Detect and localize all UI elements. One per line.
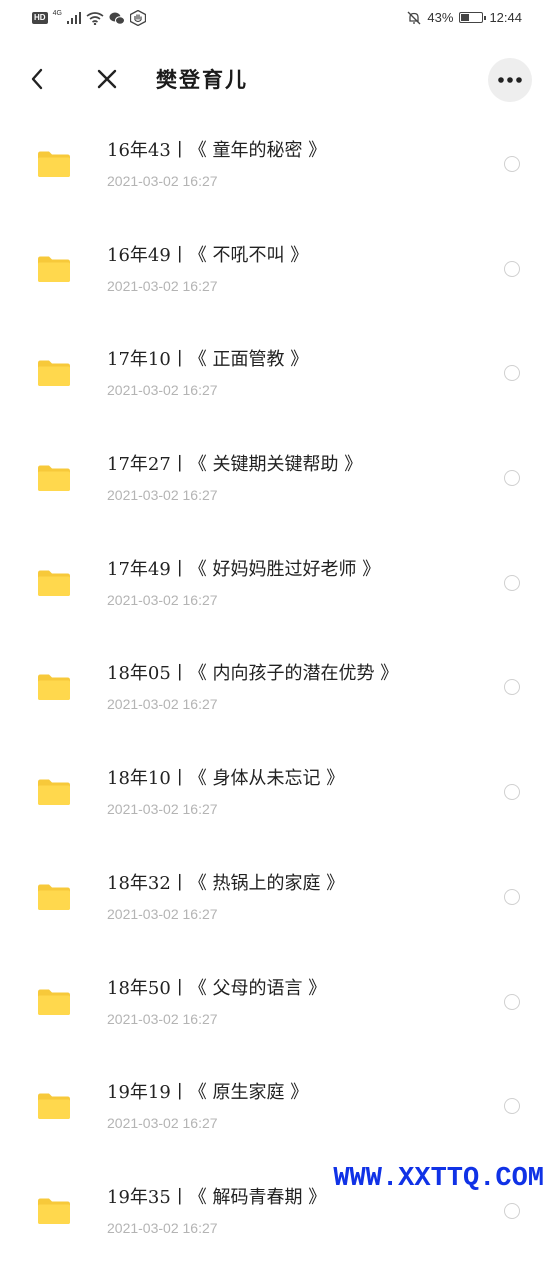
folder-icon [38, 779, 70, 806]
folder-date: 2021-03-02 16:27 [107, 801, 218, 818]
network-type: 4G [52, 9, 62, 17]
battery-icon [459, 12, 487, 23]
folder-name: 19年35丨《 解码青春期 》 [107, 1186, 327, 1208]
folder-date: 2021-03-02 16:27 [107, 1010, 218, 1027]
folder-date: 2021-03-02 16:27 [107, 591, 218, 608]
select-radio[interactable] [504, 260, 520, 277]
more-horizontal-icon [498, 77, 522, 83]
watermark: WWW.XXTTQ.COM [329, 1164, 548, 1194]
folder-icon [38, 884, 70, 910]
clock: 12:44 [489, 10, 522, 25]
folder-icon [38, 151, 70, 177]
folder-name: 17年10丨《 正面管教 》 [107, 349, 309, 371]
select-radio[interactable] [504, 574, 520, 591]
select-radio[interactable] [504, 1098, 520, 1115]
folder-name: 18年50丨《 父母的语言 》 [107, 977, 327, 999]
back-button[interactable] [20, 62, 54, 96]
list-item[interactable]: 17年49丨《 好妈妈胜过好老师 》 2021-03-02 16:27 [0, 531, 554, 636]
select-radio[interactable] [504, 784, 520, 801]
folder-icon [38, 989, 70, 1015]
select-radio[interactable] [504, 470, 520, 487]
select-radio[interactable] [504, 888, 520, 905]
status-left: HD 4G [32, 10, 146, 26]
wechat-icon [109, 12, 125, 25]
select-radio[interactable] [504, 993, 520, 1010]
list-item[interactable]: 18年05丨《 内向孩子的潜在优势 》 2021-03-02 16:27 [0, 635, 554, 740]
folder-name: 17年49丨《 好妈妈胜过好老师 》 [107, 558, 381, 580]
folder-name: 18年32丨《 热锅上的家庭 》 [107, 872, 345, 894]
folder-date: 2021-03-02 16:27 [107, 382, 218, 399]
folder-list: 16年43丨《 童年的秘密 》 2021-03-02 16:27 16年49丨《… [0, 112, 554, 1264]
folder-name: 19年19丨《 原生家庭 》 [107, 1082, 309, 1104]
hd-icon: HD [32, 12, 48, 24]
folder-icon [38, 1093, 70, 1120]
list-item[interactable]: 17年27丨《 关键期关键帮助 》 2021-03-02 16:27 [0, 426, 554, 531]
folder-name: 18年05丨《 内向孩子的潜在优势 》 [107, 663, 399, 685]
folder-icon [38, 256, 70, 282]
app-header: 樊登育儿 [0, 52, 554, 108]
close-button[interactable] [90, 62, 124, 96]
signal-icon [66, 12, 81, 24]
list-item[interactable]: 17年10丨《 正面管教 》 2021-03-02 16:27 [0, 321, 554, 426]
folder-icon [38, 570, 70, 596]
list-item[interactable]: 19年19丨《 原生家庭 》 2021-03-02 16:27 [0, 1054, 554, 1159]
bell-muted-icon [407, 11, 421, 24]
folder-name: 18年10丨《 身体从未忘记 》 [107, 768, 345, 790]
select-radio[interactable] [504, 679, 520, 696]
folder-date: 2021-03-02 16:27 [107, 487, 218, 504]
folder-icon [38, 1198, 70, 1224]
list-item[interactable]: 18年10丨《 身体从未忘记 》 2021-03-02 16:27 [0, 740, 554, 845]
folder-date: 2021-03-02 16:27 [107, 277, 218, 294]
status-right: 43% 12:44 [407, 10, 522, 25]
list-item[interactable]: 16年49丨《 不吼不叫 》 2021-03-02 16:27 [0, 217, 554, 322]
select-radio[interactable] [504, 156, 520, 172]
status-bar: HD 4G 43% 12:44 [0, 0, 554, 38]
list-item[interactable]: 16年43丨《 童年的秘密 》 2021-03-02 16:27 [0, 112, 554, 217]
close-icon [97, 69, 117, 89]
folder-date: 2021-03-02 16:27 [107, 905, 218, 922]
folder-name: 16年49丨《 不吼不叫 》 [107, 244, 309, 266]
page-title: 樊登育儿 [156, 67, 248, 92]
folder-date: 2021-03-02 16:27 [107, 1115, 218, 1132]
folder-date: 2021-03-02 16:27 [107, 1219, 218, 1236]
list-item[interactable]: 18年32丨《 热锅上的家庭 》 2021-03-02 16:27 [0, 845, 554, 950]
chevron-left-icon [31, 68, 43, 90]
folder-name: 17年27丨《 关键期关键帮助 》 [107, 454, 363, 476]
folder-icon [38, 465, 70, 492]
more-options-button[interactable] [488, 58, 532, 102]
folder-date: 2021-03-02 16:27 [107, 696, 218, 713]
list-item[interactable]: 18年50丨《 父母的语言 》 2021-03-02 16:27 [0, 950, 554, 1055]
battery-percent: 43% [427, 10, 454, 25]
select-radio[interactable] [504, 365, 520, 382]
hand-icon [129, 10, 146, 26]
folder-icon [38, 360, 70, 387]
folder-icon [38, 674, 70, 701]
select-radio[interactable] [504, 1202, 520, 1219]
folder-date: 2021-03-02 16:27 [107, 173, 218, 189]
wifi-icon [86, 11, 104, 25]
folder-name: 16年43丨《 童年的秘密 》 [107, 140, 327, 161]
